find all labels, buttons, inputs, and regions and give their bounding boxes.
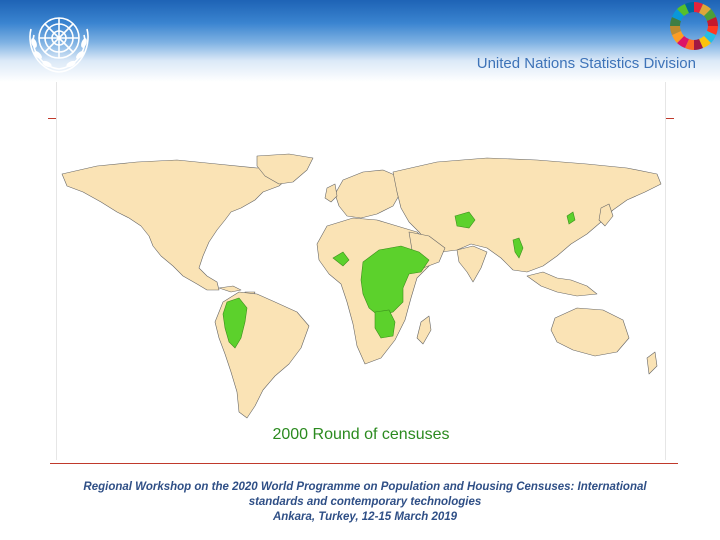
world-map [61,153,662,419]
southeast-asia-islands [526,271,598,297]
org-title: United Nations Statistics Division [476,55,696,72]
footer: Regional Workshop on the 2020 World Prog… [40,480,690,525]
europe [334,169,402,219]
map-caption: 2000 Round of censuses [272,426,450,443]
footer-divider [50,463,678,464]
madagascar [416,315,432,345]
new-zealand [646,351,658,375]
uk [324,183,338,203]
footer-line-3: Ankara, Turkey, 12-15 March 2019 [272,511,458,523]
north-america [61,159,294,291]
header-banner: United Nations Statistics Division [0,0,720,82]
footer-line-2: standards and contemporary technologies [248,496,482,508]
region-central-africa [360,245,430,317]
footer-line-1: Regional Workshop on the 2020 World Prog… [83,481,647,493]
sdg-wheel-icon [670,2,718,50]
un-emblem-icon [29,17,89,73]
india [456,245,488,283]
map-panel: 2000 Round of censuses [56,82,666,460]
australia [550,307,630,357]
